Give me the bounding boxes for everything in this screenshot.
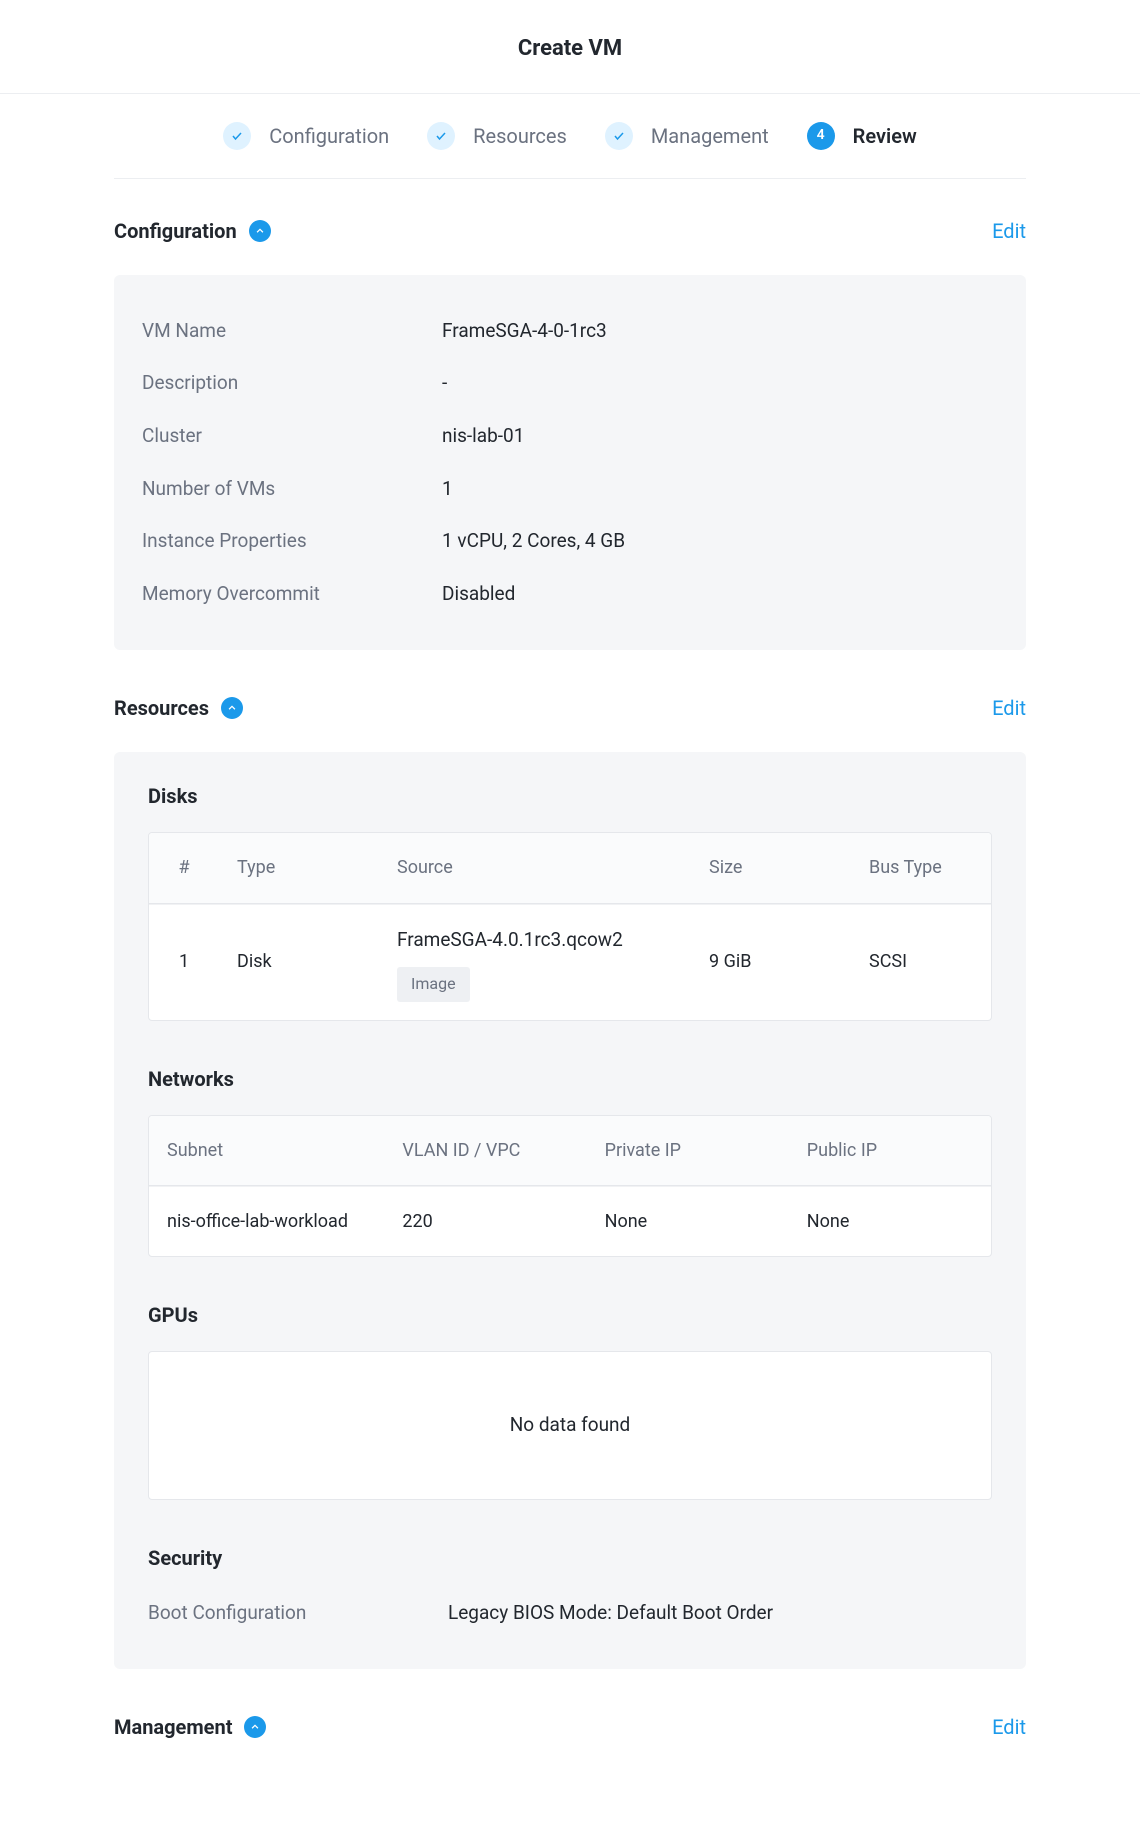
subsection-title-networks: Networks <box>148 1065 992 1093</box>
step-label: Resources <box>473 122 567 150</box>
check-icon <box>427 122 455 150</box>
edit-management-link[interactable]: Edit <box>992 1713 1026 1741</box>
kv-value: 1 <box>442 476 453 503</box>
source-tag: Image <box>397 967 470 1001</box>
kv-value: nis-lab-01 <box>442 423 524 450</box>
cell-type: Disk <box>219 927 379 996</box>
step-label: Configuration <box>269 122 389 150</box>
table-row: 1 Disk FrameSGA-4.0.1rc3.qcow2 Image 9 G… <box>149 904 991 1020</box>
step-label: Management <box>651 122 769 150</box>
cell-source: FrameSGA-4.0.1rc3.qcow2 <box>397 927 623 954</box>
kv-label: Description <box>142 370 442 397</box>
col-header: VLAN ID / VPC <box>384 1116 586 1185</box>
kv-label: Instance Properties <box>142 528 442 555</box>
subsection-title-disks: Disks <box>148 782 992 810</box>
cell-pub-ip: None <box>789 1187 991 1256</box>
kv-label: Boot Configuration <box>148 1600 448 1627</box>
table-row: nis-office-lab-workload 220 None None <box>149 1186 991 1256</box>
gpus-empty-state: No data found <box>148 1351 992 1500</box>
check-icon <box>223 122 251 150</box>
edit-resources-link[interactable]: Edit <box>992 694 1026 722</box>
col-header: Public IP <box>789 1116 991 1185</box>
modal-title: Create VM <box>0 0 1140 94</box>
cell-vlan: 220 <box>384 1187 586 1256</box>
subsection-title-security: Security <box>148 1544 992 1572</box>
resources-summary-card: Disks # Type Source Size Bus Type 1 Disk… <box>114 752 1026 1669</box>
chevron-up-icon[interactable] <box>221 697 243 719</box>
kv-value: - <box>442 370 447 397</box>
col-header: Private IP <box>587 1116 789 1185</box>
step-review[interactable]: 4 Review <box>807 122 917 150</box>
kv-label: Memory Overcommit <box>142 581 442 608</box>
cell-subnet: nis-office-lab-workload <box>149 1187 384 1256</box>
col-header: Bus Type <box>851 833 991 902</box>
step-number-badge: 4 <box>807 122 835 150</box>
cell-size: 9 GiB <box>691 927 851 996</box>
step-configuration[interactable]: Configuration <box>223 122 389 150</box>
chevron-up-icon[interactable] <box>249 220 271 242</box>
wizard-stepper: Configuration Resources Management 4 Rev… <box>114 94 1026 179</box>
cell-num: 1 <box>149 927 219 996</box>
kv-label: VM Name <box>142 318 442 345</box>
kv-label: Number of VMs <box>142 476 442 503</box>
cell-priv-ip: None <box>587 1187 789 1256</box>
step-label: Review <box>853 122 917 150</box>
step-resources[interactable]: Resources <box>427 122 567 150</box>
disks-table: # Type Source Size Bus Type 1 Disk Frame… <box>148 832 992 1020</box>
col-header: Subnet <box>149 1116 384 1185</box>
step-management[interactable]: Management <box>605 122 769 150</box>
cell-bus: SCSI <box>851 927 991 996</box>
col-header: Size <box>691 833 851 902</box>
col-header: Type <box>219 833 379 902</box>
section-title-management: Management <box>114 1713 232 1741</box>
networks-table: Subnet VLAN ID / VPC Private IP Public I… <box>148 1115 992 1257</box>
edit-configuration-link[interactable]: Edit <box>992 217 1026 245</box>
kv-value: Disabled <box>442 581 515 608</box>
subsection-title-gpus: GPUs <box>148 1301 992 1329</box>
col-header: # <box>149 833 219 902</box>
chevron-up-icon[interactable] <box>244 1716 266 1738</box>
col-header: Source <box>379 833 691 902</box>
kv-value: FrameSGA-4-0-1rc3 <box>442 318 607 345</box>
kv-value: 1 vCPU, 2 Cores, 4 GB <box>442 528 625 555</box>
kv-value: Legacy BIOS Mode: Default Boot Order <box>448 1600 773 1627</box>
section-title-resources: Resources <box>114 694 209 722</box>
kv-label: Cluster <box>142 423 442 450</box>
section-title-configuration: Configuration <box>114 217 237 245</box>
check-icon <box>605 122 633 150</box>
configuration-summary-card: VM Name FrameSGA-4-0-1rc3 Description - … <box>114 275 1026 651</box>
